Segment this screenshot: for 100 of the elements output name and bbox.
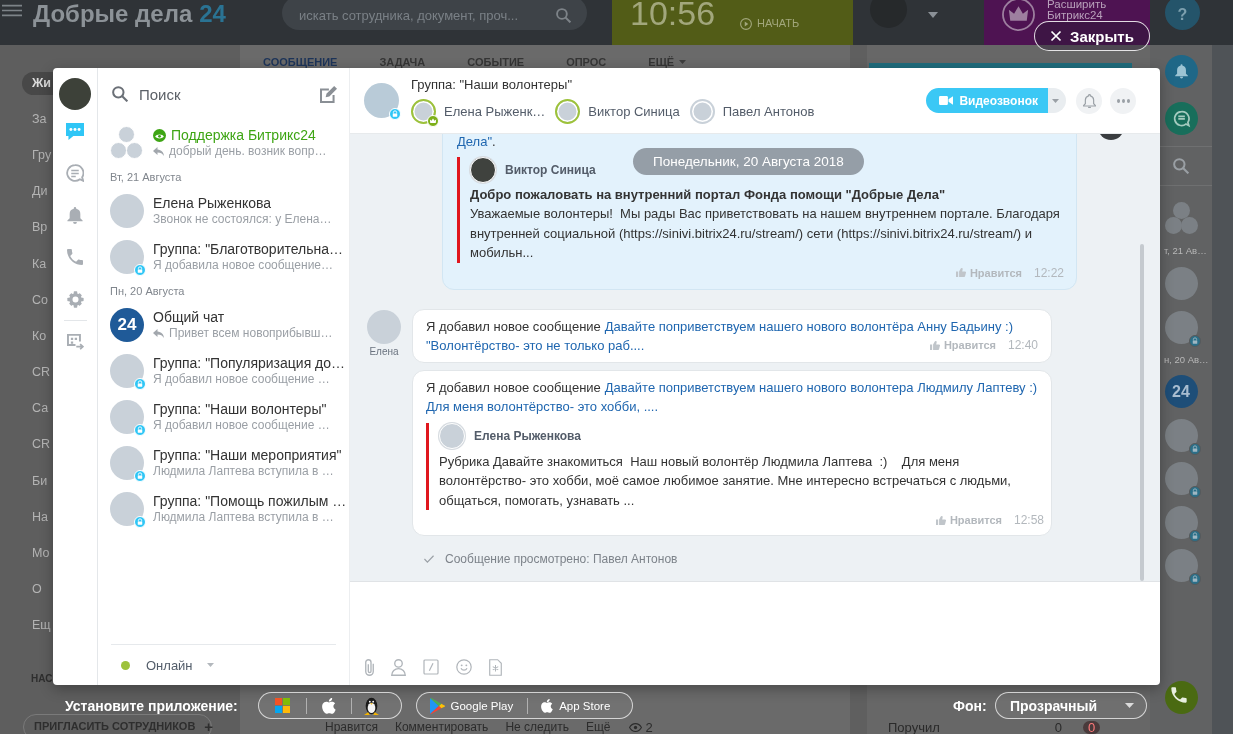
document-icon[interactable] [489,658,502,676]
background-dropdown[interactable]: Прозрачный [995,692,1147,719]
store-link[interactable]: Google Play [429,697,514,714]
scrollbar[interactable] [1140,244,1144,581]
smile-icon[interactable] [456,659,472,675]
message-link[interactable]: Давайте поприветствуем нашего нового волонтёра Анну Бадьину :) [604,318,1014,334]
help-button[interactable]: ? [1165,0,1200,30]
edit-icon[interactable] [320,85,337,103]
menu-item[interactable]: Би [32,472,48,490]
like-button[interactable]: Нравится [955,266,1022,279]
bell-icon[interactable] [1164,54,1198,88]
menu-item[interactable]: Ди [32,183,48,201]
menu-item[interactable]: CR [32,436,51,454]
message-preview: Звонок не состоялся: у Елена… [153,212,332,227]
menu-item[interactable]: Ещ [32,617,51,635]
chat-title[interactable]: Поддержка Битрикс24 [171,127,316,144]
avatar[interactable]: 24 [1164,375,1198,408]
message-link[interactable]: Дела" [457,134,493,149]
message-link[interactable]: "Волонтёрство- это не только раб.... [426,337,645,353]
search-icon[interactable] [556,7,571,23]
chat-title[interactable]: Группа: "Помощь пожилым … [153,493,347,510]
menu-item[interactable]: Со [32,291,48,309]
more-button[interactable] [1110,87,1136,114]
penguin-icon[interactable] [363,696,379,715]
date-label: н, 20 Ав… [1164,353,1209,366]
list-icon[interactable] [66,334,84,350]
video-options-button[interactable] [1048,88,1066,113]
composer-tab[interactable]: СООБЩЕНИЕ [263,56,338,68]
bell-icon[interactable] [67,206,83,224]
video-call-button[interactable]: Видеозвонок [926,88,1048,113]
menu-item[interactable]: Са [32,400,49,418]
caret-icon[interactable] [928,12,938,18]
menu-item[interactable]: Мо [32,545,50,563]
message-preview: Я добавил новое сообщение … [153,372,330,387]
store-link[interactable]: App Store [541,698,611,713]
quote-text: Уважаемые волонтеры! Мы рады Вас приветствовать на нашем внутреннем портале. Благодаря внутренней социальной (https://sinivi.bitrix24.ru/stream/) сети (https://sinivi.bitrix24.ru/stream/) и мобильн... [470,205,1061,262]
caret-icon [206,663,214,667]
message-preview: добрый день. возник вопр… [169,144,327,159]
chat-icon[interactable] [66,122,84,140]
menu-item[interactable]: Ко [32,327,47,345]
close-icon [1050,30,1063,42]
chat-icon[interactable] [1164,101,1198,135]
task-label[interactable]: Поручил [888,721,940,734]
author-name: Елена [369,345,399,358]
start-button[interactable]: НАЧАТЬ [740,17,800,30]
menu-item[interactable]: CR [32,364,51,382]
apple-icon[interactable] [321,697,336,714]
caret-icon [1052,98,1059,103]
menu-item[interactable]: Ка [32,255,47,273]
chat-title[interactable]: Группа: "Наши мероприятия" [153,447,342,464]
post-action-link[interactable]: Ещё [585,721,611,734]
message-link[interactable]: Давайте поприветствуем нашего нового волонтера Людмилу Лаптеву :) [604,379,1038,395]
date-divider: Понедельник, 20 Августа 2018 [633,148,864,175]
status-dropdown[interactable]: Онлайн [146,657,214,673]
member-name[interactable]: Виктор Синица [588,103,680,120]
chat-title[interactable]: Группа: "Наши волонтеры" [153,401,327,418]
member-name[interactable]: Павел Антонов [722,103,815,120]
chat-title[interactable]: Общий чат [153,309,225,326]
member-name[interactable]: Елена Рыженк… [444,103,546,120]
message-link[interactable]: Для меня волонтёрство- это хобби, .... [426,398,659,414]
window-tiles-icon[interactable] [274,698,290,713]
avatar[interactable] [59,78,91,110]
menu-item[interactable]: Вр [32,219,48,237]
message-text: Дела". [457,135,497,149]
menu-item[interactable]: Жи [22,71,53,95]
post-action-link[interactable]: Нравится [325,721,378,734]
message-time: 12:40 [1007,338,1038,352]
post-action-link[interactable]: Не следить [505,721,569,734]
logo[interactable]: Добрые дела 24 [33,0,226,28]
message-input[interactable] [350,581,1160,649]
more-icon [1116,98,1130,103]
bell-icon [1082,93,1096,108]
menu-item[interactable]: За [32,110,47,128]
chat-title[interactable]: Группа: "Популяризация до… [153,355,346,372]
menu-item[interactable]: На [32,508,48,526]
like-button[interactable]: Нравится [929,339,996,351]
chat-title[interactable]: Елена Рыженкова [153,195,272,212]
close-button[interactable]: Закрыть [1034,21,1150,51]
slash-box-icon[interactable] [423,659,439,675]
phone-icon[interactable] [1164,680,1198,714]
task-count: 0 [1054,721,1062,734]
settings-icon[interactable] [66,290,84,308]
menu-item[interactable]: Гру [32,146,52,164]
menu-item[interactable]: О [32,581,42,599]
menu-icon[interactable] [2,4,22,17]
search-icon[interactable] [1173,158,1189,174]
notifications-button[interactable] [1076,87,1102,114]
paperclip-icon[interactable] [365,658,374,676]
quote-author: Виктор Синица [505,163,596,177]
chat-title[interactable]: Группа: "Благотворительна… [153,241,344,258]
avatar [367,309,401,344]
search-field[interactable]: искать сотрудника, документ, проч... [282,0,587,30]
person-icon[interactable] [391,658,406,676]
avatar: 24 [110,308,144,342]
post-action-link[interactable]: Комментировать [394,721,489,734]
like-button[interactable]: Нравится [935,514,1002,526]
thumbs-up-icon [929,340,940,350]
search-icon [112,86,128,102]
play-icon [740,17,752,30]
search-field[interactable]: Поиск [139,84,289,104]
